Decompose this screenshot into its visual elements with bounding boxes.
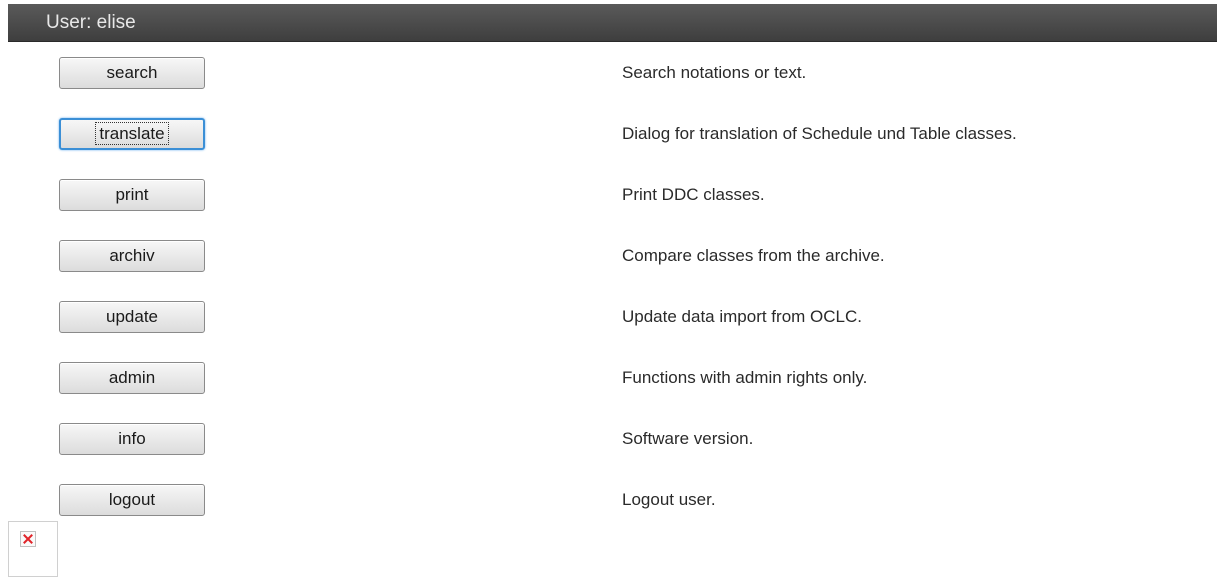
broken-image-icon	[20, 531, 36, 547]
logout-description: Logout user.	[622, 490, 716, 509]
admin-button[interactable]: admin	[59, 362, 205, 394]
archiv-description: Compare classes from the archive.	[622, 246, 885, 265]
admin-description: Functions with admin rights only.	[622, 368, 868, 387]
admin-button-label: admin	[108, 368, 156, 387]
update-description: Update data import from OCLC.	[622, 307, 862, 326]
search-button-label: search	[106, 63, 158, 82]
menu-row-update: update Update data import from OCLC.	[0, 287, 1217, 348]
update-button-label: update	[106, 307, 158, 326]
menu-row-info: info Software version.	[0, 409, 1217, 470]
menu-row-archiv: archiv Compare classes from the archive.	[0, 226, 1217, 287]
menu-row-search: search Search notations or text.	[0, 43, 1217, 104]
print-button[interactable]: print	[59, 179, 205, 211]
info-button[interactable]: info	[59, 423, 205, 455]
translate-description: Dialog for translation of Schedule und T…	[622, 124, 1017, 143]
page: User: elise search Search notations or t…	[0, 0, 1217, 587]
print-description: Print DDC classes.	[622, 185, 765, 204]
search-description: Search notations or text.	[622, 63, 807, 82]
user-label: User: elise	[46, 12, 136, 33]
menu-row-admin: admin Functions with admin rights only.	[0, 348, 1217, 409]
user-bar: User: elise	[8, 4, 1217, 42]
translate-button[interactable]: translate	[59, 118, 205, 150]
info-description: Software version.	[622, 429, 754, 448]
logout-button-label: logout	[108, 490, 156, 509]
print-button-label: print	[115, 185, 149, 204]
menu-row-logout: logout Logout user.	[0, 470, 1217, 531]
broken-image	[8, 521, 58, 577]
archiv-button[interactable]: archiv	[59, 240, 205, 272]
search-button[interactable]: search	[59, 57, 205, 89]
translate-button-label: translate	[95, 122, 169, 145]
menu-row-translate: translate Dialog for translation of Sche…	[0, 104, 1217, 165]
archiv-button-label: archiv	[109, 246, 155, 265]
menu-row-print: print Print DDC classes.	[0, 165, 1217, 226]
info-button-label: info	[118, 429, 146, 448]
logout-button[interactable]: logout	[59, 484, 205, 516]
update-button[interactable]: update	[59, 301, 205, 333]
